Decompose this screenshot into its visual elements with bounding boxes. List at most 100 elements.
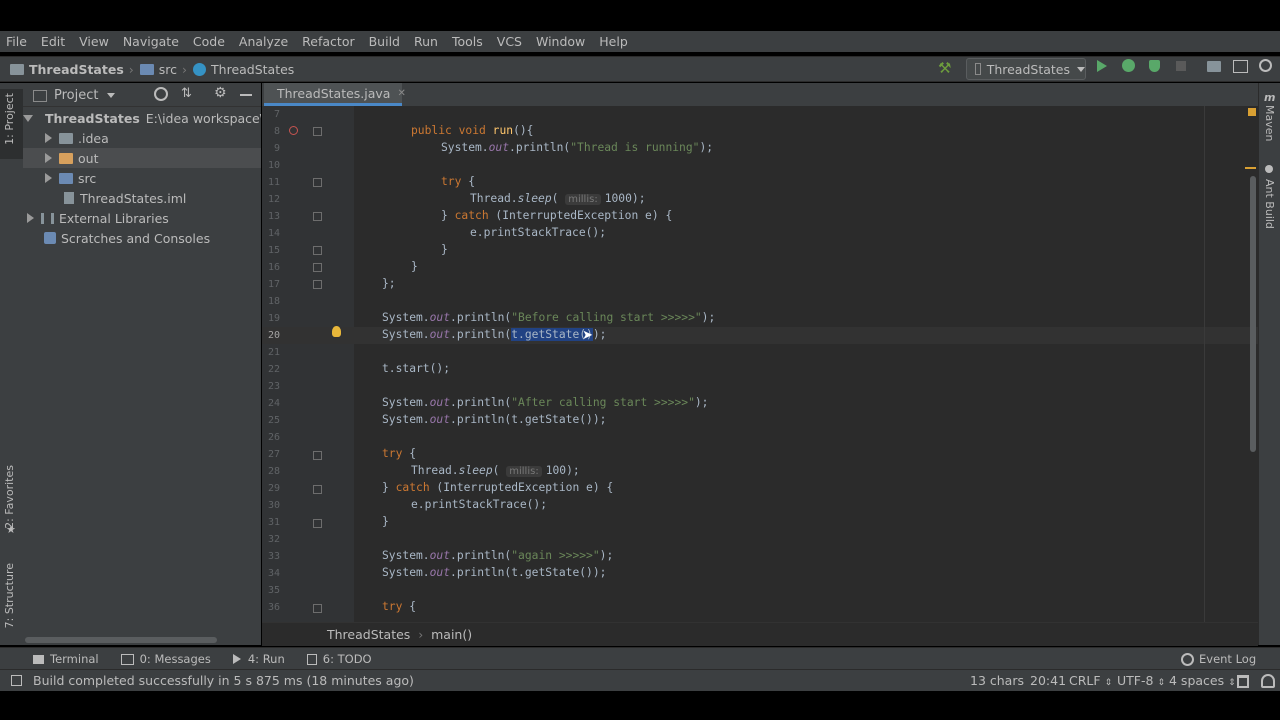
messages-button[interactable]: 0: Messages	[120, 652, 211, 666]
collapse-all-icon[interactable]: ⇅	[181, 86, 192, 101]
menu-file[interactable]: File	[0, 34, 34, 49]
menu-code[interactable]: Code	[186, 34, 232, 49]
tab-structure[interactable]: 7: Structure	[3, 563, 16, 628]
tab-threadstates-java[interactable]: ThreadStates.java ✕	[264, 83, 406, 106]
window-layout-icon[interactable]	[1233, 60, 1248, 73]
source-folder-icon	[139, 63, 154, 75]
editor-breadcrumb: ThreadStates › main()	[262, 622, 1258, 646]
module-file-icon	[64, 192, 74, 204]
hammer-build-icon[interactable]: ⚒	[938, 59, 951, 77]
caret-position[interactable]: 20:41	[1030, 673, 1066, 688]
line-number: 9	[273, 143, 280, 154]
fold-marker[interactable]	[313, 280, 322, 289]
lightbulb-icon[interactable]	[332, 326, 341, 337]
code-line-16: }	[411, 260, 418, 273]
config-icon	[975, 63, 981, 75]
expand-arrow-icon[interactable]	[45, 133, 52, 143]
menu-analyze[interactable]: Analyze	[232, 34, 295, 49]
line-number: 10	[267, 160, 280, 171]
expand-arrow-icon[interactable]	[45, 153, 52, 163]
menu-run[interactable]: Run	[407, 34, 445, 49]
coverage-icon[interactable]	[1149, 60, 1160, 72]
hide-icon[interactable]	[240, 94, 252, 96]
line-separator-select[interactable]: CRLF ⇕	[1069, 673, 1112, 688]
vertical-scrollbar[interactable]	[1250, 176, 1256, 452]
menu-navigate[interactable]: Navigate	[116, 34, 186, 49]
run-config-select[interactable]: ThreadStates	[966, 58, 1086, 80]
fold-marker[interactable]	[313, 263, 322, 272]
debug-icon[interactable]	[1122, 59, 1135, 72]
encoding-select[interactable]: UTF-8 ⇕	[1117, 673, 1165, 688]
menu-help[interactable]: Help	[592, 34, 635, 49]
menu-view[interactable]: View	[72, 34, 116, 49]
expand-arrow-icon[interactable]	[45, 173, 52, 183]
tree-row-out[interactable]: out	[23, 148, 261, 168]
fold-marker[interactable]	[313, 519, 322, 528]
event-log-label: Event Log	[1199, 652, 1257, 666]
project-view-selector[interactable]: Project	[33, 88, 116, 103]
code-line-14: e.printStackTrace();	[470, 226, 607, 239]
tab-ant-build[interactable]: Ant Build	[1263, 179, 1276, 229]
fold-marker[interactable]	[313, 127, 322, 136]
terminal-button[interactable]: Terminal	[33, 652, 99, 666]
chevron-down-icon	[107, 93, 116, 98]
expand-arrow-icon[interactable]	[27, 213, 34, 223]
tree-row-idea[interactable]: .idea	[23, 128, 261, 148]
nav-class-crumb[interactable]: ThreadStates	[193, 62, 294, 77]
code-line-20: System.out.println(t.getState());	[382, 328, 607, 341]
tree-row-scratches[interactable]: Scratches and Consoles	[23, 228, 261, 248]
indent-select[interactable]: 4 spaces ⇕	[1169, 673, 1236, 688]
line-number: 8	[273, 126, 280, 137]
menu-tools[interactable]: Tools	[445, 34, 490, 49]
todo-button[interactable]: 6: TODO	[306, 652, 372, 666]
fold-marker[interactable]	[313, 178, 322, 187]
fold-marker[interactable]	[313, 212, 322, 221]
fold-marker[interactable]	[313, 604, 322, 613]
menu-edit[interactable]: Edit	[34, 34, 72, 49]
nav-project-crumb[interactable]: ThreadStates ›	[10, 62, 134, 77]
expand-arrow-icon[interactable]	[23, 114, 33, 122]
tree-row-external-libraries[interactable]: External Libraries	[23, 208, 261, 228]
folder-icon	[59, 132, 73, 144]
search-icon[interactable]	[1259, 59, 1272, 72]
todo-label: 6: TODO	[322, 652, 372, 666]
menu-refactor[interactable]: Refactor	[295, 34, 361, 49]
tree-row-iml[interactable]: ThreadStates.iml	[23, 188, 261, 208]
locate-icon[interactable]	[154, 87, 168, 101]
horizontal-scrollbar[interactable]	[25, 637, 217, 643]
event-log-button[interactable]: Event Log	[1181, 652, 1256, 666]
selection-char-count: 13 chars	[970, 673, 1024, 688]
project-view-icon	[33, 89, 47, 102]
tab-project[interactable]: 1: Project	[3, 93, 16, 145]
breadcrumb-class[interactable]: ThreadStates	[327, 627, 410, 642]
lock-icon[interactable]	[1237, 675, 1249, 688]
project-structure-icon[interactable]	[1207, 61, 1221, 72]
tree-row-src[interactable]: src	[23, 168, 261, 188]
fold-marker[interactable]	[313, 485, 322, 494]
inspector-icon[interactable]	[1261, 674, 1275, 688]
gear-icon[interactable]: ⚙	[214, 85, 227, 101]
breadcrumb-method[interactable]: main()	[431, 627, 472, 642]
project-folder-icon	[10, 63, 24, 75]
project-panel-title: Project	[54, 88, 99, 103]
run-icon[interactable]	[1097, 60, 1107, 72]
inspection-status-icon[interactable]	[1248, 108, 1256, 116]
tool-window-bar: Terminal 0: Messages 4: Run 6: TODO Even…	[0, 647, 1280, 670]
close-icon[interactable]: ✕	[397, 88, 405, 99]
nav-src-crumb[interactable]: src ›	[139, 62, 187, 77]
tab-favorites[interactable]: 2: Favorites	[3, 465, 16, 529]
library-icon	[41, 212, 54, 224]
tree-row-project-root[interactable]: ThreadStates E:\idea workspace\Thre	[23, 108, 261, 128]
stop-icon[interactable]	[1176, 61, 1186, 71]
fold-marker[interactable]	[313, 451, 322, 460]
menu-window[interactable]: Window	[529, 34, 592, 49]
line-number: 15	[267, 245, 280, 256]
menu-build[interactable]: Build	[362, 34, 407, 49]
toggle-tool-windows-icon[interactable]	[11, 675, 22, 686]
code-editor[interactable]: 7 8 9 10 11 12 13 14 15 16 17 18 19 20 21 22 23 24 25 26 27 2…	[262, 106, 1258, 622]
fold-marker[interactable]	[313, 246, 322, 255]
run-button[interactable]: 4: Run	[232, 652, 285, 666]
override-marker-icon[interactable]	[289, 126, 298, 135]
menu-vcs[interactable]: VCS	[490, 34, 529, 49]
tab-maven[interactable]: Maven	[1263, 105, 1276, 141]
